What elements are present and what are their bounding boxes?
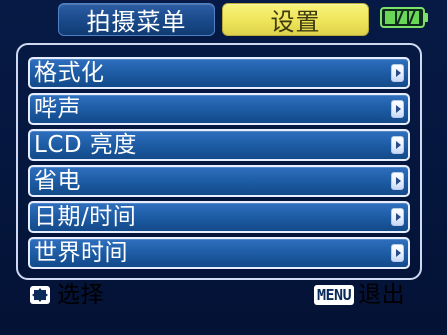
chevron-right-icon: [391, 208, 404, 226]
chevron-right-icon: [391, 172, 404, 190]
menu-item-format[interactable]: 格式化: [28, 57, 410, 89]
menu-item-lcd-brightness[interactable]: LCD 亮度: [28, 129, 410, 161]
menu-item-label: 日期/时间: [34, 204, 137, 230]
menu-item-label: 省电: [34, 168, 81, 194]
chevron-right-icon: [391, 244, 404, 262]
four-way-dpad-icon: [30, 286, 50, 304]
camera-settings-screen: 拍摄菜单 设置 格式化 哔声 LCD 亮度 省电 日期/时间 世界时间 选择 M…: [0, 0, 447, 335]
chevron-right-icon: [391, 64, 404, 82]
tab-shoot-menu[interactable]: 拍摄菜单: [58, 3, 215, 36]
select-hint: 选择: [27, 282, 104, 308]
menu-key-icon: MENU: [314, 285, 355, 305]
battery-icon: [380, 7, 428, 28]
menu-item-power-save[interactable]: 省电: [28, 165, 410, 197]
chevron-right-icon: [391, 136, 404, 154]
menu-item-label: LCD 亮度: [34, 132, 137, 158]
menu-item-date-time[interactable]: 日期/时间: [28, 201, 410, 233]
tab-settings-label: 设置: [270, 8, 321, 36]
exit-label: 退出: [358, 282, 406, 308]
select-label: 选择: [57, 282, 104, 308]
menu-item-label: 哔声: [34, 96, 81, 122]
tab-shoot-menu-label: 拍摄菜单: [86, 8, 187, 36]
tab-settings[interactable]: 设置: [222, 3, 369, 36]
menu-item-label: 世界时间: [34, 240, 128, 266]
menu-item-beep[interactable]: 哔声: [28, 93, 410, 125]
menu-item-world-time[interactable]: 世界时间: [28, 237, 410, 269]
chevron-right-icon: [391, 100, 404, 118]
top-tab-bar: 拍摄菜单 设置: [0, 0, 447, 44]
exit-hint: MENU 退出: [314, 282, 405, 308]
menu-item-label: 格式化: [34, 60, 105, 86]
